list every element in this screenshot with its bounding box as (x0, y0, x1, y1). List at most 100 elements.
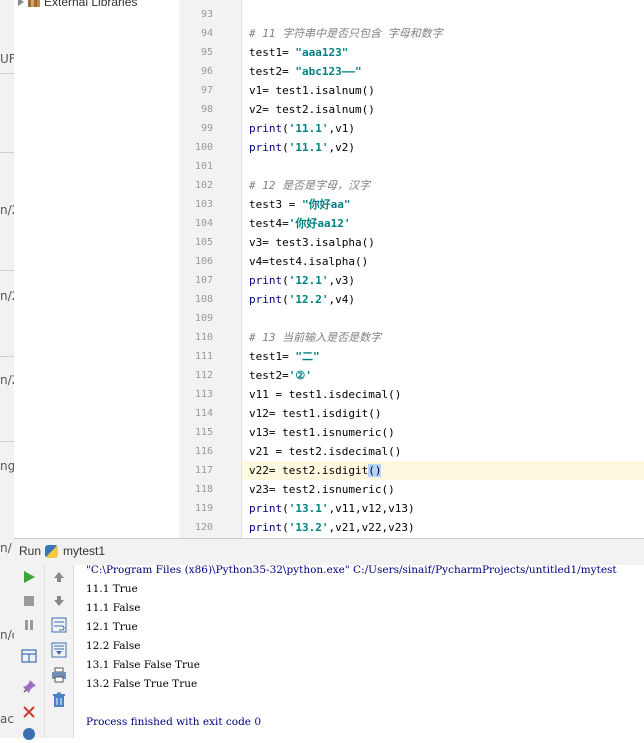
stop-button[interactable] (20, 592, 38, 610)
line-number: 99 (200, 123, 213, 134)
line-number: 98 (200, 104, 213, 115)
line-number: 119 (194, 503, 213, 514)
line-number: 95 (200, 47, 213, 58)
pin-icon (23, 680, 36, 693)
code-line: test1= "aaa123" (249, 46, 349, 59)
code-comment: # 11 字符串中是否只包含 字母和数字 (249, 27, 443, 40)
line-number: 103 (194, 199, 213, 210)
run-config-name[interactable]: mytest1 (63, 544, 105, 558)
help-button[interactable] (20, 725, 38, 743)
stop-icon (24, 596, 34, 606)
clear-all-button[interactable] (50, 691, 68, 709)
code-line: v3= test3.isalpha() (249, 236, 375, 249)
line-number: 104 (194, 218, 213, 229)
line-number: 115 (194, 427, 213, 438)
code-comment: # 13 当前输入是否是数字 (249, 331, 382, 344)
code-line: v12= test1.isdigit() (249, 407, 382, 420)
scroll-up-button[interactable] (50, 568, 68, 586)
library-icon (28, 0, 40, 7)
cut-label: n/2 (0, 289, 14, 303)
line-number: 101 (194, 161, 213, 172)
code-line: v4=test4.isalpha() (249, 255, 369, 268)
external-libraries-label: External Libraries (44, 0, 138, 9)
line-number: 107 (194, 275, 213, 286)
layout-icon (21, 649, 37, 663)
external-libraries-node[interactable]: External Libraries (18, 0, 137, 10)
pin-tab-button[interactable] (20, 678, 38, 696)
line-number: 118 (194, 484, 213, 495)
scroll-to-end-button[interactable] (50, 641, 68, 659)
arrow-down-icon (54, 596, 64, 606)
pause-icon (25, 620, 33, 630)
cut-label: n/c (0, 628, 14, 642)
print-button[interactable] (50, 666, 68, 684)
line-number: 106 (194, 256, 213, 267)
run-console-output[interactable]: "C:\Program Files (x86)\Python35-32\pyth… (74, 565, 644, 738)
expand-arrow-icon[interactable] (18, 0, 24, 6)
run-toolbar-primary (14, 565, 45, 740)
code-line: test1= "二" (249, 350, 320, 363)
run-panel-header: Run mytest1 (14, 538, 644, 566)
project-panel: External Libraries (14, 0, 179, 538)
code-line: test2='②' (249, 369, 312, 382)
close-icon (23, 706, 35, 718)
line-number: 109 (194, 313, 213, 324)
soft-wrap-button[interactable] (50, 616, 68, 634)
code-line: v21 = test2.isdecimal() (249, 445, 402, 458)
print-icon (52, 667, 66, 683)
console-command-line: "C:\Program Files (x86)\Python35-32\pyth… (86, 565, 617, 576)
console-output-line: 11.1 False (86, 602, 141, 614)
code-line: print('11.1',v2) (249, 141, 355, 154)
left-tool-strip: UF n/2 n/2 n/2 ng, n/ n/c ac (0, 0, 15, 738)
console-exit-status: Process finished with exit code 0 (86, 716, 262, 728)
console-output-line: 12.1 True (86, 621, 138, 633)
code-line: test2= "abc123——" (249, 65, 362, 78)
code-line: print('13.1',v11,v12,v13) (249, 502, 415, 515)
line-number: 94 (200, 28, 213, 39)
scroll-to-end-icon (51, 642, 67, 658)
console-output-line: 13.2 False True True (86, 678, 198, 690)
trash-icon (53, 692, 65, 707)
code-line: v13= test1.isnumeric() (249, 426, 395, 439)
code-line: v2= test2.isalnum() (249, 103, 375, 116)
line-number: 112 (194, 370, 213, 381)
scroll-down-button[interactable] (50, 592, 68, 610)
code-line: v1= test1.isalnum() (249, 84, 375, 97)
arrow-up-icon (54, 572, 64, 582)
close-run-button[interactable] (20, 703, 38, 721)
rerun-button[interactable] (20, 568, 38, 586)
code-line: test4='你好aa12' (249, 217, 351, 230)
code-line: test3 = "你好aa" (249, 198, 351, 211)
cut-label: UF (0, 52, 14, 66)
console-output-line: 13.1 False False True (86, 659, 200, 671)
run-toolbar-secondary (45, 565, 74, 738)
cut-label: ng, (0, 459, 14, 473)
console-output-line: 12.2 False (86, 640, 141, 652)
code-line: v23= test2.isnumeric() (249, 483, 395, 496)
line-number: 110 (194, 332, 213, 343)
cut-label: n/2 (0, 203, 14, 217)
cut-label: ac (0, 712, 14, 726)
cut-label: n/2 (0, 373, 14, 387)
code-line: print('12.1',v3) (249, 274, 355, 287)
line-number: 102 (194, 180, 213, 191)
line-number: 108 (194, 294, 213, 305)
line-number: 96 (200, 66, 213, 77)
code-line: v11 = test1.isdecimal() (249, 388, 402, 401)
line-number-gutter: 93 94 95 96 97 98 99 100 101 102 103 104… (179, 0, 242, 538)
line-number: 100 (194, 142, 213, 153)
code-editor[interactable]: # 11 字符串中是否只包含 字母和数字 test1= "aaa123" tes… (242, 0, 644, 538)
soft-wrap-icon (51, 617, 67, 633)
help-icon (23, 728, 35, 740)
run-tab-label[interactable]: Run (19, 544, 41, 558)
code-comment: # 12 是否是字母，汉字 (249, 179, 371, 192)
caret-selection: () (368, 464, 382, 477)
line-number: 114 (194, 408, 213, 419)
cut-label: n/ (0, 541, 12, 555)
restore-layout-button[interactable] (20, 647, 38, 665)
line-number: 97 (200, 85, 213, 96)
line-number: 93 (200, 9, 213, 20)
pause-button[interactable] (20, 616, 38, 634)
line-number: 105 (194, 237, 213, 248)
code-line: print('13.2',v21,v22,v23) (249, 521, 415, 534)
